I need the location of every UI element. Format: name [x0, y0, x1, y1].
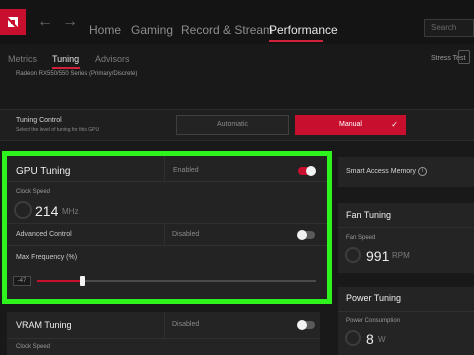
divider	[7, 338, 320, 339]
manual-button-label: Manual	[339, 121, 362, 128]
subtab-active-indicator	[52, 67, 80, 69]
power-tuning-title: Power Tuning	[346, 293, 402, 303]
power-consumption-unit: W	[378, 335, 386, 344]
divider	[338, 227, 474, 228]
smart-access-memory-label: Smart Access Memory	[346, 168, 417, 175]
gauge-icon	[345, 330, 361, 346]
vram-tuning-title: VRAM Tuning	[16, 320, 72, 330]
subtab-advisors[interactable]: Advisors	[95, 54, 130, 64]
export-icon[interactable]	[458, 50, 470, 64]
info-icon[interactable]: i	[418, 167, 427, 176]
power-consumption-label: Power Consumption	[346, 318, 401, 324]
vram-clock-speed-label: Clock Speed	[16, 344, 51, 350]
check-icon: ✓	[391, 120, 398, 129]
fan-speed-label: Fan Speed	[346, 235, 376, 241]
fan-speed-unit: RPM	[392, 251, 410, 260]
nav-performance[interactable]: Performance	[269, 23, 338, 37]
search-input[interactable]: Search	[424, 19, 474, 37]
nav-record-stream[interactable]: Record & Stream	[181, 23, 273, 37]
fan-speed-value: 991	[366, 248, 390, 264]
power-consumption-value: 8	[366, 331, 374, 347]
manual-button[interactable]: Manual ✓	[295, 115, 406, 135]
tuning-control-description: Select the level of tuning for this GPU	[16, 127, 100, 133]
nav-active-indicator	[269, 40, 323, 42]
subtab-tuning[interactable]: Tuning	[52, 54, 79, 64]
vram-tuning-status: Disabled	[172, 321, 200, 328]
top-navigation-bar: ← → Home Gaming Record & Stream Performa…	[0, 0, 474, 44]
fan-tuning-title: Fan Tuning	[346, 210, 392, 220]
divider	[164, 312, 165, 338]
device-name: Radeon RX550/550 Series (Primary/Discret…	[16, 71, 138, 77]
back-arrow-icon[interactable]: ←	[37, 14, 53, 30]
tuning-control-title: Tuning Control	[16, 117, 62, 124]
amd-logo-icon[interactable]	[0, 9, 26, 35]
automatic-button[interactable]: Automatic	[176, 115, 289, 135]
highlight-box	[2, 151, 332, 304]
nav-gaming[interactable]: Gaming	[131, 23, 173, 37]
forward-arrow-icon[interactable]: →	[62, 14, 78, 30]
subtab-metrics[interactable]: Metrics	[8, 54, 37, 64]
divider	[338, 311, 474, 312]
search-placeholder: Search	[431, 23, 457, 32]
vram-tuning-toggle[interactable]	[297, 320, 315, 330]
nav-home[interactable]: Home	[89, 23, 121, 37]
gauge-icon	[345, 247, 361, 263]
